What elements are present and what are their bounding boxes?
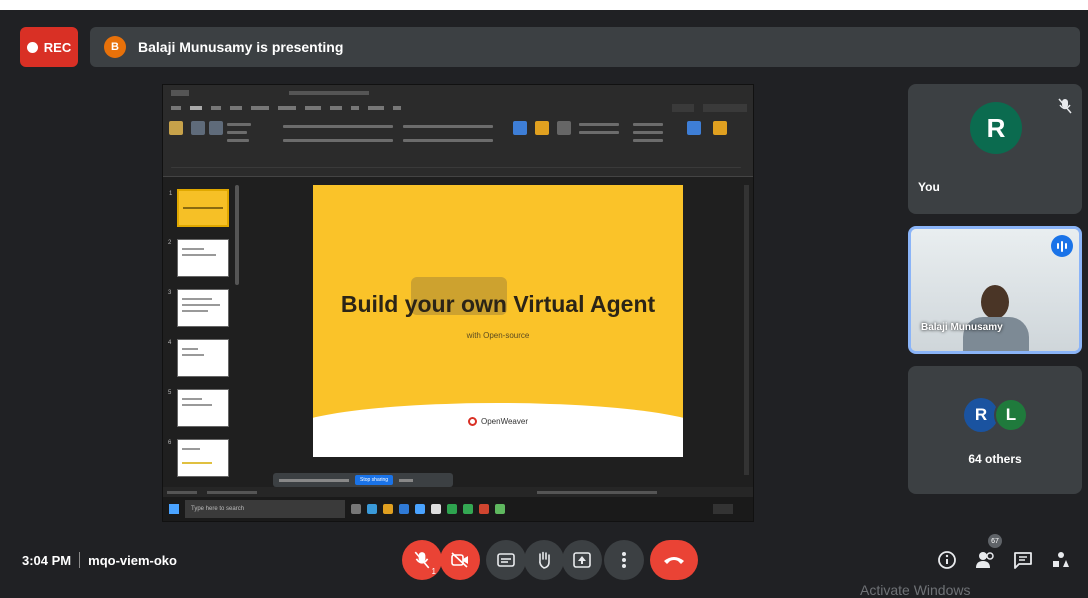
speaker-head <box>981 285 1009 319</box>
taskbar-app-icon[interactable] <box>399 504 409 514</box>
taskbar-app-icon[interactable] <box>383 504 393 514</box>
slide-thumb[interactable]: 3 <box>168 289 229 327</box>
info-icon <box>938 551 956 569</box>
recording-badge: REC <box>20 27 78 67</box>
participant-name: Balaji Munusamy <box>921 322 1003 333</box>
record-dot-icon <box>26 41 38 53</box>
meeting-info: 3:04 PM mqo-viem-oko <box>22 552 177 568</box>
chat-button[interactable] <box>1012 548 1034 572</box>
slide-thumb[interactable]: 5 <box>168 389 229 427</box>
activate-windows-watermark: Activate Windows <box>860 582 971 598</box>
taskbar-app-icon[interactable] <box>463 504 473 514</box>
taskbar-app-icon[interactable] <box>495 504 505 514</box>
presenting-text: Balaji Munusamy is presenting <box>138 39 344 55</box>
slide-thumbnails: 1 2 3 4 5 6 <box>167 181 241 477</box>
end-call-icon <box>664 557 684 564</box>
slide-thumb[interactable]: 6 <box>168 439 229 477</box>
activities-icon <box>1053 552 1069 567</box>
more-options-button[interactable] <box>604 540 644 580</box>
slide-wave-shape <box>313 403 683 457</box>
slide-title: Build your own Virtual Agent <box>340 291 656 317</box>
present-button[interactable] <box>562 540 602 580</box>
speaking-indicator-icon <box>1051 235 1073 257</box>
taskbar-app-icon[interactable] <box>447 504 457 514</box>
raise-hand-button[interactable] <box>524 540 564 580</box>
people-icon <box>976 552 994 568</box>
others-count: 64 others <box>968 452 1022 466</box>
mic-off-icon <box>414 551 430 569</box>
presenting-banner: B Balaji Munusamy is presenting <box>90 27 1080 67</box>
taskbar-app-icon[interactable] <box>367 504 377 514</box>
avatar: L <box>994 398 1028 432</box>
participant-name: You <box>918 180 940 194</box>
ppt-status-bar <box>163 487 753 497</box>
people-count-badge: 67 <box>988 534 1002 548</box>
taskbar-search[interactable]: Type here to search <box>185 500 345 518</box>
ribbon <box>163 115 753 177</box>
more-vert-icon <box>622 552 626 568</box>
camera-off-icon <box>451 552 468 568</box>
slide-subtitle: with Open-source <box>466 331 530 340</box>
windows-start-icon[interactable] <box>169 504 179 514</box>
presenter-avatar: B <box>104 36 126 58</box>
ppt-present-button[interactable] <box>703 104 747 112</box>
taskbar-app-icon[interactable] <box>479 504 489 514</box>
participant-tile-self[interactable]: R You <box>908 84 1082 214</box>
chat-icon <box>1014 552 1032 569</box>
windows-taskbar: Type here to search <box>163 497 753 521</box>
slide-scrollbar[interactable] <box>744 185 749 475</box>
captions-button[interactable] <box>486 540 526 580</box>
shared-screen: 1 2 3 4 5 6 Build your own Virtual Agent… <box>162 84 754 522</box>
avatar: R <box>964 398 998 432</box>
mic-badge: 1 <box>431 567 436 576</box>
current-slide: Build your own Virtual Agent with Open-s… <box>313 185 683 457</box>
openweaver-logo-icon <box>468 417 477 426</box>
slide-logo: OpenWeaver <box>313 417 683 426</box>
ppt-share-button[interactable] <box>672 104 694 112</box>
present-icon <box>573 552 591 568</box>
ribbon-tabs <box>163 101 753 115</box>
meeting-code: mqo-viem-oko <box>88 552 177 568</box>
hand-icon <box>539 551 550 569</box>
divider <box>79 552 81 568</box>
camera-toggle-button[interactable] <box>440 540 480 580</box>
mic-off-icon <box>1058 98 1072 114</box>
leave-call-button[interactable] <box>650 540 698 580</box>
activities-button[interactable] <box>1050 548 1072 572</box>
avatar: R <box>970 102 1022 154</box>
taskbar-clock <box>713 504 733 514</box>
slide-thumb[interactable]: 1 <box>169 189 229 227</box>
people-button[interactable] <box>974 548 996 572</box>
taskbar-app-icon[interactable] <box>351 504 361 514</box>
participant-tile-others[interactable]: R L 64 others <box>908 366 1082 494</box>
meeting-time: 3:04 PM <box>22 552 72 568</box>
taskbar-app-icon[interactable] <box>431 504 441 514</box>
thumbnail-scrollbar[interactable] <box>235 185 239 285</box>
slide-thumb[interactable]: 2 <box>168 239 229 277</box>
top-strip <box>0 0 1088 10</box>
rec-label: REC <box>43 39 72 55</box>
stop-sharing-button[interactable]: Stop sharing <box>355 475 394 485</box>
mic-toggle-button[interactable]: 1 <box>402 540 442 580</box>
meeting-details-button[interactable] <box>936 548 958 572</box>
captions-icon <box>497 553 515 567</box>
screen-share-bar: Stop sharing <box>273 473 453 487</box>
slide-thumb[interactable]: 4 <box>168 339 229 377</box>
powerpoint-title-bar <box>163 85 753 101</box>
taskbar-app-icon[interactable] <box>415 504 425 514</box>
participant-tile-speaker[interactable]: Balaji Munusamy <box>908 226 1082 354</box>
